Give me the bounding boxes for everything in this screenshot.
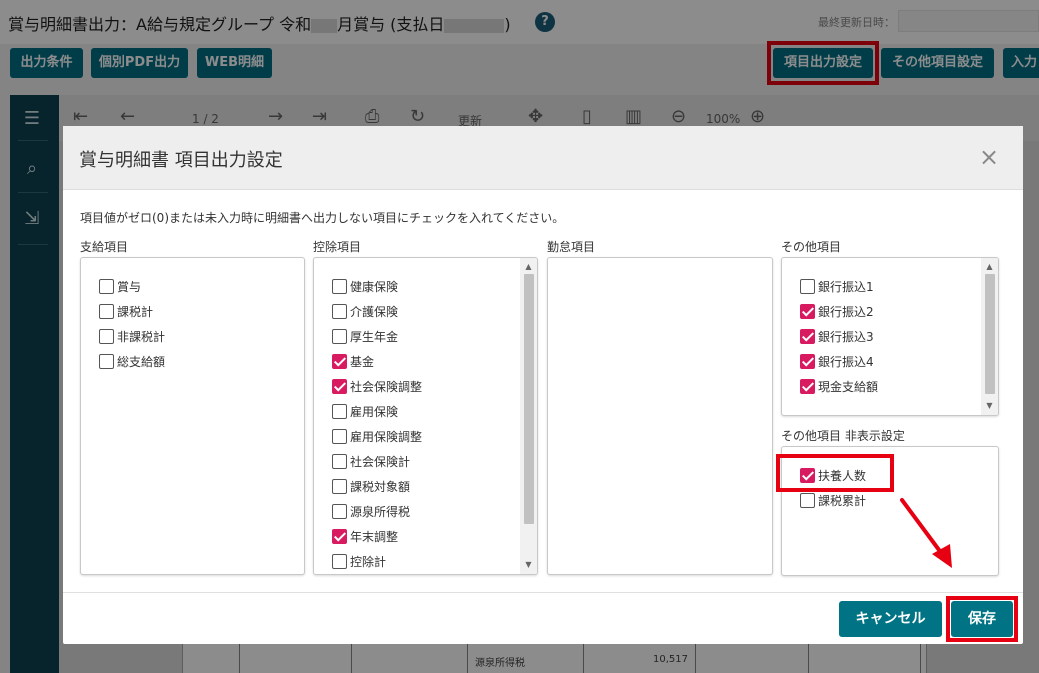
checkbox-item[interactable]: 厚生年金 <box>332 328 398 346</box>
checkbox-label: 総支給額 <box>117 355 166 369</box>
other-items-label: その他項目 <box>781 240 842 254</box>
checkbox-unchecked-icon[interactable] <box>332 429 347 444</box>
checkbox-unchecked-icon[interactable] <box>99 354 114 369</box>
checkbox-item[interactable]: 源泉所得税 <box>332 503 410 521</box>
attendance-items-label: 勤怠項目 <box>547 240 596 254</box>
checkbox-label: 基金 <box>350 355 375 369</box>
checkbox-item[interactable]: 課税計 <box>99 303 153 321</box>
checkbox-item[interactable]: 課税対象額 <box>332 478 410 496</box>
checkbox-unchecked-icon[interactable] <box>332 454 347 469</box>
scroll-up-icon[interactable]: ▲ <box>981 260 998 274</box>
checkbox-item[interactable]: 社会保険調整 <box>332 378 422 396</box>
checkbox-label: 課税計 <box>117 305 154 319</box>
pointer-arrow-icon <box>900 498 952 568</box>
scroll-down-icon[interactable]: ▼ <box>981 399 998 413</box>
close-icon[interactable]: × <box>979 143 999 171</box>
checkbox-item[interactable]: 雇用保険調整 <box>332 428 422 446</box>
cancel-button[interactable]: キャンセル <box>839 601 942 637</box>
other-items-panel: ▲ ▼ 銀行振込1 銀行振込2 銀行振込3 銀行振込4 現金支給額 <box>781 257 999 416</box>
checkbox-checked-icon[interactable] <box>332 354 347 369</box>
scroll-down-icon[interactable]: ▼ <box>520 558 537 572</box>
checkbox-item[interactable]: 基金 <box>332 353 374 371</box>
checkbox-label: 厚生年金 <box>350 330 399 344</box>
checkbox-label: 銀行振込3 <box>818 330 874 344</box>
highlight-dependents-checkbox <box>776 454 894 492</box>
dialog-header: 賞与明細書 項目出力設定 × <box>63 126 1023 190</box>
checkbox-item[interactable]: 銀行振込4 <box>800 353 874 371</box>
checkbox-checked-icon[interactable] <box>800 379 815 394</box>
item-output-settings-dialog: 賞与明細書 項目出力設定 × 項目値がゼロ(0)または未入力時に明細書へ出力しな… <box>63 126 1023 644</box>
checkbox-item[interactable]: 賞与 <box>99 278 141 296</box>
dialog-instruction: 項目値がゼロ(0)または未入力時に明細書へ出力しない項目にチェックを入れてくださ… <box>80 211 565 225</box>
checkbox-item[interactable]: 銀行振込1 <box>800 278 874 296</box>
checkbox-unchecked-icon[interactable] <box>332 304 347 319</box>
checkbox-checked-icon[interactable] <box>332 379 347 394</box>
checkbox-item[interactable]: 健康保険 <box>332 278 398 296</box>
checkbox-item[interactable]: 銀行振込2 <box>800 303 874 321</box>
checkbox-unchecked-icon[interactable] <box>332 329 347 344</box>
checkbox-unchecked-icon[interactable] <box>800 493 815 508</box>
checkbox-label: 課税累計 <box>818 494 867 508</box>
dialog-footer-divider <box>63 592 1023 593</box>
checkbox-label: 銀行振込2 <box>818 305 874 319</box>
checkbox-label: 雇用保険調整 <box>350 430 423 444</box>
checkbox-unchecked-icon[interactable] <box>332 404 347 419</box>
checkbox-label: 年末調整 <box>350 530 399 544</box>
checkbox-label: 社会保険調整 <box>350 380 423 394</box>
checkbox-label: 現金支給額 <box>818 380 879 394</box>
checkbox-item[interactable]: 年末調整 <box>332 528 398 546</box>
checkbox-item[interactable]: 現金支給額 <box>800 378 878 396</box>
checkbox-unchecked-icon[interactable] <box>332 479 347 494</box>
payment-items-panel: 賞与課税計非課税計総支給額 <box>80 257 305 575</box>
checkbox-label: 非課税計 <box>117 330 166 344</box>
attendance-items-panel <box>547 257 773 575</box>
checkbox-item[interactable]: 控除計 <box>332 553 386 571</box>
dialog-title: 賞与明細書 項目出力設定 <box>79 150 283 171</box>
checkbox-label: 社会保険計 <box>350 455 411 469</box>
checkbox-item[interactable]: 課税累計 <box>800 492 866 510</box>
checkbox-checked-icon[interactable] <box>800 354 815 369</box>
highlight-save-button <box>946 596 1018 642</box>
checkbox-label: 控除計 <box>350 555 387 569</box>
deduction-scrollbar[interactable]: ▲ ▼ <box>520 258 537 574</box>
checkbox-item[interactable]: 雇用保険 <box>332 403 398 421</box>
checkbox-checked-icon[interactable] <box>332 529 347 544</box>
checkbox-unchecked-icon[interactable] <box>99 279 114 294</box>
checkbox-label: 介護保険 <box>350 305 399 319</box>
checkbox-unchecked-icon[interactable] <box>332 554 347 569</box>
scroll-up-icon[interactable]: ▲ <box>520 260 537 274</box>
checkbox-unchecked-icon[interactable] <box>99 304 114 319</box>
checkbox-unchecked-icon[interactable] <box>332 279 347 294</box>
scroll-thumb[interactable] <box>985 274 995 394</box>
checkbox-item[interactable]: 銀行振込3 <box>800 328 874 346</box>
checkbox-item[interactable]: 介護保険 <box>332 303 398 321</box>
checkbox-checked-icon[interactable] <box>800 329 815 344</box>
checkbox-label: 源泉所得税 <box>350 505 411 519</box>
payment-items-label: 支給項目 <box>80 240 129 254</box>
checkbox-label: 賞与 <box>117 280 142 294</box>
checkbox-checked-icon[interactable] <box>800 304 815 319</box>
other-scrollbar[interactable]: ▲ ▼ <box>981 258 998 415</box>
scroll-thumb[interactable] <box>524 274 534 524</box>
checkbox-label: 銀行振込1 <box>818 280 874 294</box>
checkbox-item[interactable]: 社会保険計 <box>332 453 410 471</box>
other-hidden-settings-label: その他項目 非表示設定 <box>781 429 905 443</box>
checkbox-label: 雇用保険 <box>350 405 399 419</box>
checkbox-item[interactable]: 総支給額 <box>99 353 165 371</box>
deduction-items-label: 控除項目 <box>313 240 362 254</box>
checkbox-label: 健康保険 <box>350 280 399 294</box>
checkbox-item[interactable]: 非課税計 <box>99 328 165 346</box>
checkbox-label: 課税対象額 <box>350 480 411 494</box>
checkbox-label: 銀行振込4 <box>818 355 874 369</box>
deduction-items-panel: ▲ ▼ 健康保険介護保険厚生年金基金社会保険調整 雇用保険雇用保険調整 社会保険計課… <box>313 257 538 575</box>
checkbox-unchecked-icon[interactable] <box>332 504 347 519</box>
checkbox-unchecked-icon[interactable] <box>800 279 815 294</box>
checkbox-unchecked-icon[interactable] <box>99 329 114 344</box>
